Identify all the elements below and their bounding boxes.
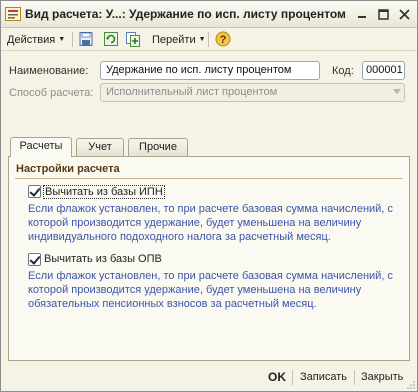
maximize-button[interactable] [376, 7, 390, 21]
opv-checkbox[interactable] [28, 253, 41, 266]
toolbar: Действия ▼ Перейти ▼ ? [1, 28, 417, 51]
actions-label: Действия [7, 33, 56, 46]
toolbar-divider [72, 32, 73, 47]
chevron-down-icon [393, 89, 401, 94]
name-input[interactable]: Удержание по исп. листу процентом [100, 61, 320, 80]
minimize-icon [358, 16, 366, 18]
code-input[interactable]: 000001 [362, 61, 405, 80]
section-divider [15, 178, 403, 179]
window-title: Вид расчета: У...: Удержание по исп. лис… [25, 7, 346, 21]
name-label: Наименование: [9, 65, 89, 77]
app-icon [5, 7, 21, 21]
dialog-window: Вид расчета: У...: Удержание по исп. лис… [0, 0, 418, 392]
ok-button[interactable]: OK [268, 370, 286, 384]
footer-divider [292, 370, 293, 385]
refresh-icon[interactable] [103, 31, 119, 47]
goto-label: Перейти [152, 33, 196, 46]
copy-icon[interactable] [125, 31, 141, 47]
method-value: Исполнительный лист процентом [106, 86, 278, 98]
chevron-down-icon: ▼ [58, 36, 66, 43]
footer-divider [354, 370, 355, 385]
opv-checkbox-label[interactable]: Вычитать из базы ОПВ [44, 253, 162, 265]
toolbar-divider [208, 32, 209, 47]
tab-calculations[interactable]: Расчеты [10, 137, 72, 157]
close-icon [398, 8, 410, 20]
chevron-down-icon: ▼ [198, 36, 206, 43]
opv-description: Если флажок установлен, то при расчете б… [28, 270, 393, 310]
tab-accounting[interactable]: Учет [76, 138, 124, 157]
code-label: Код: [332, 65, 354, 77]
close-button[interactable]: Закрыть [361, 371, 403, 383]
svg-text:?: ? [220, 34, 227, 46]
ipn-checkbox[interactable] [28, 185, 41, 198]
save-icon[interactable] [78, 31, 94, 47]
help-icon[interactable]: ? [215, 31, 231, 47]
ipn-checkbox-label[interactable]: Вычитать из базы ИПН [43, 185, 165, 199]
title-bar[interactable]: Вид расчета: У...: Удержание по исп. лис… [1, 1, 417, 28]
method-label: Способ расчета: [9, 87, 94, 99]
maximize-icon [377, 8, 389, 20]
close-window-button[interactable] [397, 7, 411, 21]
minimize-button[interactable] [355, 7, 369, 21]
resize-grip-icon[interactable] [407, 381, 415, 389]
method-select: Исполнительный лист процентом [100, 83, 405, 102]
tab-other[interactable]: Прочие [128, 138, 188, 157]
actions-menu[interactable]: Действия ▼ [7, 31, 65, 48]
section-title: Настройки расчета [16, 163, 120, 175]
tab-panel: Настройки расчета Вычитать из базы ИПН Е… [8, 156, 410, 361]
ipn-description: Если флажок установлен, то при расчете б… [28, 203, 393, 243]
goto-menu[interactable]: Перейти ▼ [152, 31, 206, 48]
save-button[interactable]: Записать [300, 371, 347, 383]
